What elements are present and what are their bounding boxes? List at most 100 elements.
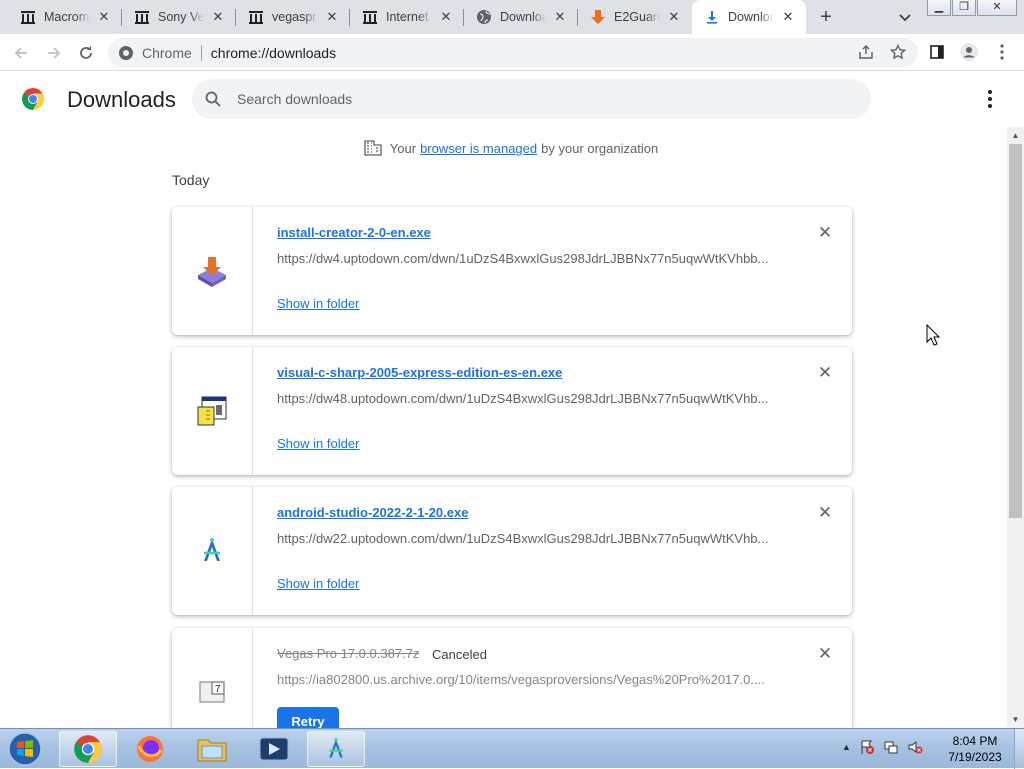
close-tab-icon[interactable]: ✕: [96, 9, 112, 25]
globe-icon: [477, 10, 491, 24]
file-name: Vegas Pro 17.0.0.387.7z: [277, 646, 420, 661]
chrome-menu-button[interactable]: [993, 43, 1011, 61]
close-tab-icon[interactable]: ✕: [552, 9, 568, 25]
address-bar[interactable]: Chrome chrome://downloads: [108, 38, 918, 67]
forward-button[interactable]: [43, 42, 65, 64]
system-clock[interactable]: 8:04 PM 7/19/2023: [940, 733, 1010, 765]
omnibox-divider: [200, 44, 202, 61]
tab-title: Macromedia: [44, 10, 90, 24]
file-name-link[interactable]: visual-c-sharp-2005-express-edition-es-e…: [277, 365, 562, 380]
new-tab-button[interactable]: +: [814, 7, 838, 27]
tab-5[interactable]: Downloads ✕: [464, 0, 578, 34]
managed-link[interactable]: browser is managed: [420, 141, 537, 156]
chevron-down-icon[interactable]: [896, 8, 914, 26]
scroll-up-arrow-icon[interactable]: ▲: [1007, 127, 1024, 144]
network-icon[interactable]: [883, 739, 899, 755]
download-item: android-studio-2022-2-1-20.exe https://d…: [172, 487, 852, 615]
close-tab-icon[interactable]: ✕: [210, 9, 226, 25]
system-tray: ▲: [842, 739, 923, 755]
side-panel-button[interactable]: [928, 43, 946, 61]
remove-item-button[interactable]: ✕: [817, 364, 833, 381]
show-in-folder-link[interactable]: Show in folder: [277, 576, 359, 591]
reload-button[interactable]: [75, 42, 97, 64]
tab-4[interactable]: Internet Archive ✕: [350, 0, 464, 34]
tab-strip: Macromedia ✕ Sony Vegas ✕ vegaspro ✕ Int…: [0, 0, 1024, 34]
taskbar-android-studio[interactable]: [307, 731, 365, 767]
taskbar-chrome[interactable]: [59, 731, 117, 767]
folder-icon: [197, 739, 227, 762]
show-in-folder-link[interactable]: Show in folder: [277, 296, 359, 311]
file-icon-column: [172, 487, 253, 615]
archive-icon: [249, 11, 263, 24]
downloads-menu-button[interactable]: [981, 88, 999, 110]
search-input[interactable]: [237, 91, 837, 107]
tab-2[interactable]: Sony Vegas ✕: [122, 0, 236, 34]
source-url[interactable]: https://dw4.uptodown.com/dwn/1uDzS4Bxwxl…: [277, 251, 777, 266]
tab-1[interactable]: Macromedia ✕: [0, 0, 122, 34]
show-desktop-button[interactable]: [1014, 729, 1024, 769]
taskbar-media-player[interactable]: [245, 731, 303, 767]
star-icon: [890, 44, 906, 60]
bookmark-button[interactable]: [889, 43, 907, 61]
file-name-link[interactable]: android-studio-2022-2-1-20.exe: [277, 505, 468, 520]
action-center-flag-icon[interactable]: [859, 739, 875, 755]
share-button[interactable]: [857, 43, 875, 61]
page-scrollbar[interactable]: ▲ ▼: [1007, 127, 1024, 728]
search-bar[interactable]: [192, 79, 871, 119]
browser-toolbar: Chrome chrome://downloads: [0, 34, 1024, 71]
file-icon-column: [172, 347, 253, 475]
close-tab-icon[interactable]: ✕: [324, 9, 340, 25]
minimize-button[interactable]: ▁: [927, 0, 951, 16]
source-url[interactable]: https://ia802800.us.archive.org/10/items…: [277, 672, 777, 687]
remove-item-button[interactable]: ✕: [817, 504, 833, 521]
clock-date: 7/19/2023: [948, 750, 1002, 764]
status-canceled: Canceled: [432, 647, 487, 662]
scroll-down-arrow-icon[interactable]: ▼: [1007, 711, 1024, 728]
taskbar-firefox[interactable]: [121, 731, 179, 767]
close-window-button[interactable]: ✕: [977, 0, 1017, 16]
managed-suffix: by your organization: [541, 140, 659, 156]
close-tab-icon[interactable]: ✕: [438, 9, 454, 25]
tab-title: Sony Vegas: [158, 10, 204, 24]
url-text[interactable]: chrome://downloads: [211, 45, 336, 61]
archive-icon: [135, 11, 149, 24]
more-vert-icon: [1000, 44, 1004, 60]
file-name-link[interactable]: install-creator-2-0-en.exe: [277, 225, 431, 240]
restore-button[interactable]: ❐: [952, 0, 976, 16]
firefox-icon: [137, 736, 163, 762]
source-url[interactable]: https://dw48.uptodown.com/dwn/1uDzS4Bxwx…: [277, 391, 777, 406]
start-button-icon[interactable]: [4, 731, 46, 767]
scroll-thumb[interactable]: [1009, 144, 1022, 518]
reload-icon: [80, 46, 92, 59]
forward-arrow-icon: [48, 47, 61, 59]
remove-item-button[interactable]: ✕: [817, 224, 833, 241]
avatar-icon: [960, 43, 978, 61]
managed-prefix: Your: [389, 140, 417, 156]
managed-notice: Your browser is managed by your organiza…: [0, 140, 1024, 156]
source-url[interactable]: https://dw22.uptodown.com/dwn/1uDzS4Bxwx…: [277, 531, 777, 546]
close-tab-icon[interactable]: ✕: [666, 9, 682, 25]
share-icon: [859, 44, 873, 59]
remove-item-button[interactable]: ✕: [817, 645, 833, 662]
clock-time: 8:04 PM: [952, 734, 998, 748]
setup-window-icon: [197, 396, 227, 426]
tab-3[interactable]: vegaspro ✕: [236, 0, 350, 34]
date-section-header: Today: [172, 172, 210, 188]
windows-taskbar: ▲ 8:04 PM 7/19/2023: [0, 728, 1024, 769]
volume-muted-icon[interactable]: [907, 739, 923, 755]
chrome-logo-icon: [22, 88, 44, 110]
side-panel-icon: [930, 45, 944, 59]
download-item: visual-c-sharp-2005-express-edition-es-e…: [172, 347, 852, 475]
taskbar-file-explorer[interactable]: [183, 731, 241, 767]
back-button[interactable]: [10, 42, 32, 64]
chrome-icon: [74, 735, 102, 763]
profile-button[interactable]: [960, 43, 978, 61]
tab-title: Downloads: [500, 10, 546, 24]
close-tab-icon[interactable]: ✕: [780, 9, 796, 25]
show-hidden-icons-icon[interactable]: ▲: [842, 742, 851, 752]
tab-downloads-active[interactable]: Downloads ✕: [692, 0, 806, 34]
show-in-folder-link[interactable]: Show in folder: [277, 436, 359, 451]
archive-icon: [363, 11, 377, 24]
android-studio-icon: [204, 538, 220, 561]
tab-6[interactable]: E2Guardian ✕: [578, 0, 692, 34]
